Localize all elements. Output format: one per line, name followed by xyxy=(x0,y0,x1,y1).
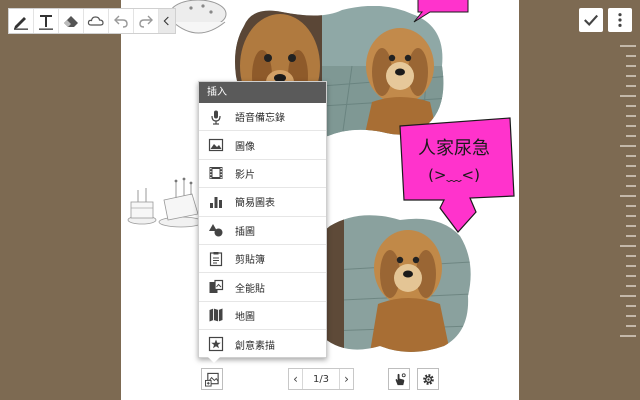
insert-button[interactable] xyxy=(201,368,223,390)
insert-menu: 插入 語音備忘錄圖像影片簡易圖表插圖剪貼簿全能貼地圖創意素描 xyxy=(198,81,327,358)
drawing-toolbar xyxy=(8,8,176,34)
more-options-button[interactable] xyxy=(608,8,632,32)
eraser-icon xyxy=(64,16,78,27)
insert-menu-item-label: 剪貼簿 xyxy=(235,255,265,267)
page-scroll-ruler[interactable] xyxy=(616,42,638,342)
insert-menu-item-film[interactable]: 影片 xyxy=(199,160,326,189)
insert-menu-item-label: 語音備忘錄 xyxy=(235,113,285,125)
insert-menu-title: 插入 xyxy=(199,82,326,103)
insert-menu-item-image[interactable]: 圖像 xyxy=(199,131,326,160)
pen-icon xyxy=(14,17,28,30)
eraser-tool-button[interactable] xyxy=(59,9,84,33)
page-indicator: 1/3 xyxy=(312,373,330,385)
insert-menu-item-label: 全能貼 xyxy=(235,283,265,295)
chevron-right-icon: › xyxy=(344,372,349,386)
insert-icon xyxy=(204,372,219,387)
insert-menu-item-scrapbook[interactable]: 全能貼 xyxy=(199,273,326,302)
sketch-star-icon xyxy=(203,334,229,354)
more-vertical-icon xyxy=(618,13,622,27)
redo-button[interactable] xyxy=(134,9,159,33)
image-icon xyxy=(203,135,229,155)
settings-button[interactable] xyxy=(417,368,439,390)
insert-menu-item-microphone[interactable]: 語音備忘錄 xyxy=(199,103,326,132)
scrapbook-icon xyxy=(203,277,229,297)
checkmark-icon xyxy=(584,14,599,26)
previous-page-button[interactable]: ‹ xyxy=(289,369,303,389)
microphone-icon xyxy=(203,107,229,127)
text-icon xyxy=(39,15,53,30)
insert-menu-item-chart[interactable]: 簡易圖表 xyxy=(199,188,326,217)
speech-sticker-top[interactable] xyxy=(410,0,470,24)
clipboard-icon xyxy=(203,249,229,269)
sticker-text-line2: (>﹏<) xyxy=(428,166,480,184)
map-icon xyxy=(203,305,229,325)
insert-menu-item-clipboard[interactable]: 剪貼簿 xyxy=(199,245,326,274)
page-navigator: ‹ 1/3 › xyxy=(288,368,354,390)
collapse-icon xyxy=(163,16,169,26)
insert-menu-item-label: 創意素描 xyxy=(235,340,275,352)
cloud-icon xyxy=(87,16,104,26)
insert-menu-item-shapes[interactable]: 插圖 xyxy=(199,217,326,245)
insert-menu-item-map[interactable]: 地圖 xyxy=(199,302,326,331)
menu-pointer xyxy=(208,357,220,363)
redo-icon xyxy=(139,15,153,28)
insert-menu-item-label: 插圖 xyxy=(235,226,255,238)
insert-menu-item-label: 地圖 xyxy=(235,311,255,323)
hand-pointer-icon xyxy=(395,372,406,385)
insert-menu-item-label: 影片 xyxy=(235,169,255,181)
touch-mode-button[interactable] xyxy=(388,368,410,390)
undo-button[interactable] xyxy=(109,9,134,33)
chart-icon xyxy=(203,192,229,212)
shapes-icon xyxy=(203,220,229,240)
gear-icon xyxy=(422,373,434,385)
sticker-text-line1: 人家尿急 xyxy=(418,138,490,159)
done-button[interactable] xyxy=(579,8,603,32)
insert-menu-item-label: 圖像 xyxy=(235,141,255,153)
insert-menu-item-label: 簡易圖表 xyxy=(235,198,275,210)
text-tool-button[interactable] xyxy=(34,9,59,33)
collapse-toolbar-button[interactable] xyxy=(159,9,175,33)
pen-tool-button[interactable] xyxy=(9,9,34,33)
insert-menu-item-sketch-star[interactable]: 創意素描 xyxy=(199,330,326,358)
cloud-tool-button[interactable] xyxy=(84,9,109,33)
chevron-left-icon: ‹ xyxy=(293,372,298,386)
next-page-button[interactable]: › xyxy=(339,369,353,389)
film-icon xyxy=(203,163,229,183)
cakes-doodle xyxy=(127,177,204,228)
undo-icon xyxy=(114,15,128,28)
